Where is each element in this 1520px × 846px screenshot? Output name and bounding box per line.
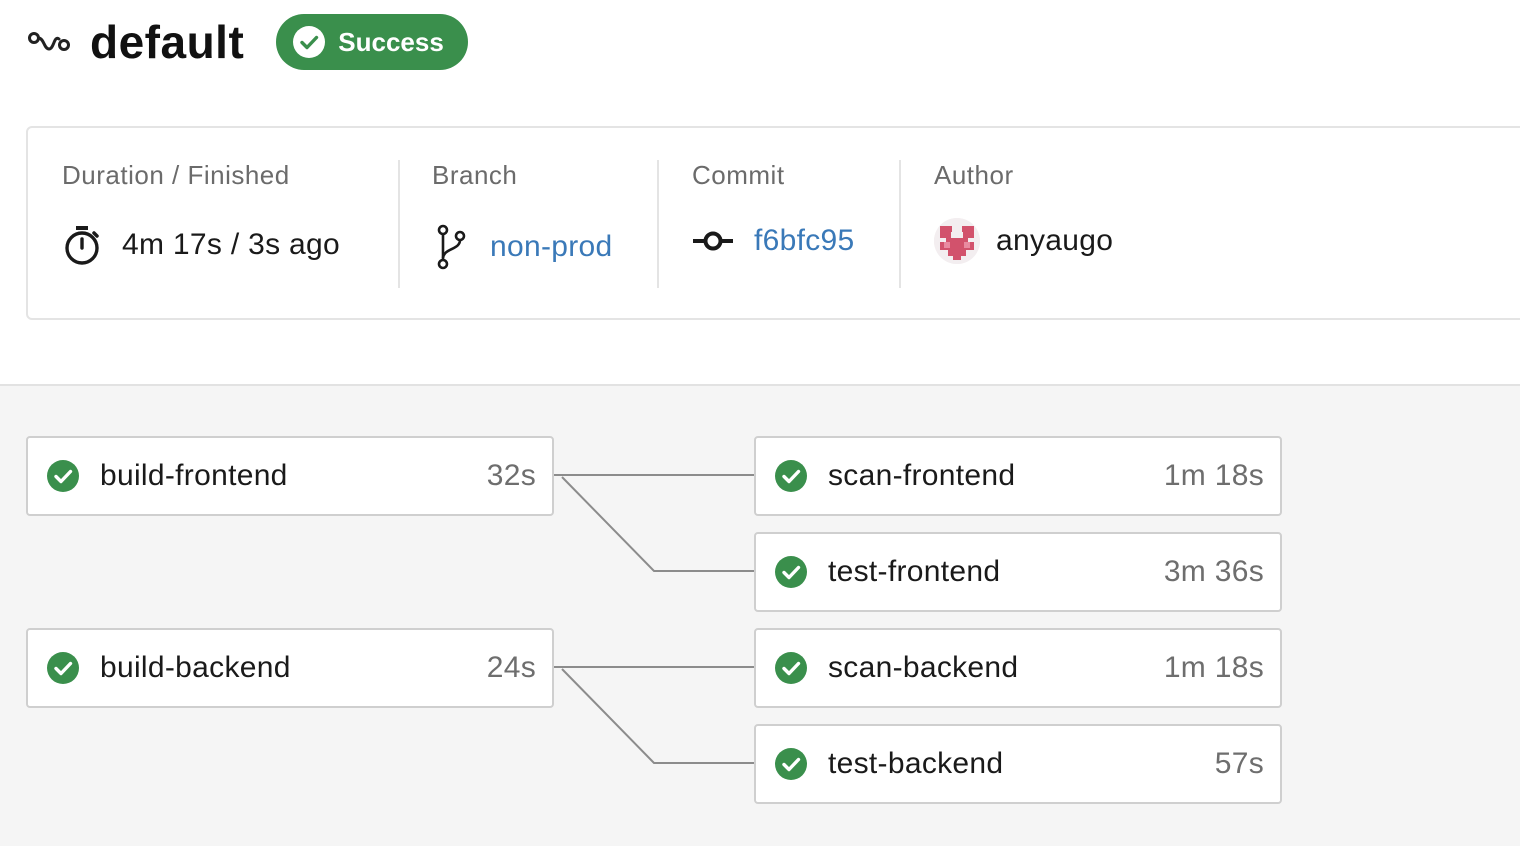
job-name: build-frontend (100, 459, 288, 492)
pipeline-title: default (90, 16, 245, 68)
job-build-frontend[interactable]: build-frontend 32s (26, 436, 554, 516)
pipeline-graph: build-frontend 32s scan-frontend 1m 18s … (0, 384, 1520, 846)
check-circle-icon (46, 651, 80, 685)
title-row: default Success (28, 14, 468, 70)
job-duration: 24s (486, 651, 536, 684)
job-name: scan-frontend (828, 459, 1016, 492)
duration-value: 4m 17s / 3s ago (122, 228, 340, 261)
job-test-frontend[interactable]: test-frontend 3m 36s (754, 532, 1282, 612)
job-name: build-backend (100, 651, 291, 684)
commit-value-row: f6bfc95 (692, 224, 855, 258)
author-label: Author (934, 160, 1014, 190)
job-name: scan-backend (828, 651, 1019, 684)
branch-link[interactable]: non-prod (490, 230, 613, 264)
check-circle-icon (774, 747, 808, 781)
link-build-frontend-test-frontend (561, 476, 756, 572)
section-divider (398, 160, 400, 288)
job-duration: 32s (486, 459, 536, 492)
status-badge: Success (276, 14, 468, 70)
commit-link[interactable]: f6bfc95 (754, 224, 855, 258)
job-duration: 1m 18s (1163, 459, 1264, 492)
branch-label: Branch (432, 160, 518, 190)
author-value-row: anyaugo (934, 218, 1113, 264)
check-circle-icon (774, 651, 808, 685)
job-scan-backend[interactable]: scan-backend 1m 18s (754, 628, 1282, 708)
pipeline-icon (28, 24, 72, 60)
job-duration: 3m 36s (1163, 555, 1264, 588)
job-duration: 1m 18s (1163, 651, 1264, 684)
status-label: Success (338, 26, 444, 57)
check-circle-icon (774, 459, 808, 493)
git-branch-icon (432, 224, 468, 270)
check-circle-icon (774, 555, 808, 589)
job-duration: 57s (1214, 747, 1264, 780)
link-build-backend-test-backend (561, 668, 756, 764)
branch-value-row: non-prod (432, 224, 613, 270)
section-divider (899, 160, 901, 288)
section-divider (657, 160, 659, 288)
duration-label: Duration / Finished (62, 160, 290, 190)
job-name: test-backend (828, 747, 1004, 780)
check-circle-icon (46, 459, 80, 493)
author-section: Author anyaugo (934, 160, 1194, 290)
job-name: test-frontend (828, 555, 1001, 588)
job-build-backend[interactable]: build-backend 24s (26, 628, 554, 708)
duration-value-row: 4m 17s / 3s ago (62, 224, 340, 266)
job-scan-frontend[interactable]: scan-frontend 1m 18s (754, 436, 1282, 516)
commit-section: Commit f6bfc95 (692, 160, 912, 290)
job-test-backend[interactable]: test-backend 57s (754, 724, 1282, 804)
check-circle-icon (292, 25, 326, 59)
branch-section: Branch non-prod (432, 160, 662, 290)
avatar (934, 218, 980, 264)
duration-section: Duration / Finished 4m 17s / 3s ago (62, 160, 402, 290)
pipeline-details-card: Duration / Finished 4m 17s / 3s ago Bran… (26, 126, 1520, 320)
commit-label: Commit (692, 160, 785, 190)
pipeline-header: default Success Duration / Finished 4m 1… (0, 0, 1520, 384)
stopwatch-icon (62, 224, 102, 266)
author-name[interactable]: anyaugo (996, 224, 1113, 258)
git-commit-icon (692, 229, 734, 253)
